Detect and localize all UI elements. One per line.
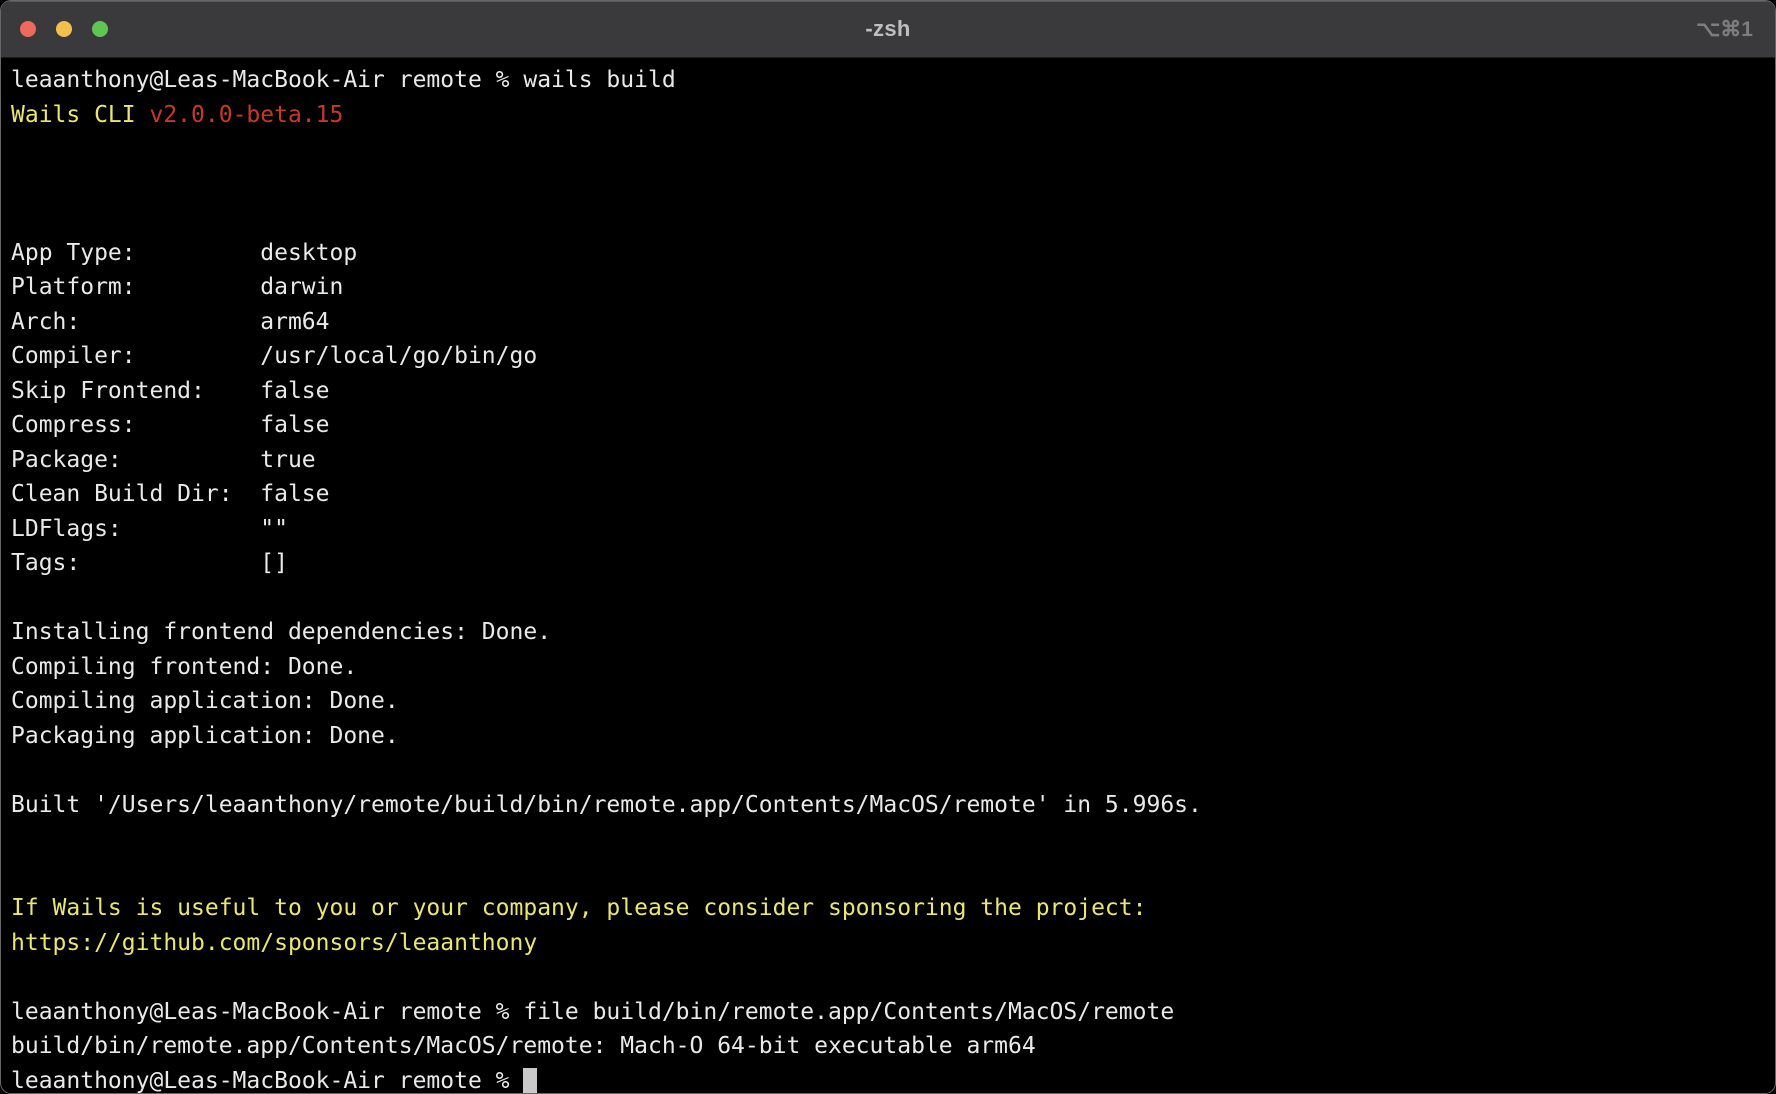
- terminal-line: [11, 201, 1765, 236]
- terminal-line: Packaging application: Done.: [11, 719, 1765, 754]
- terminal-line: [11, 822, 1765, 857]
- terminal-line: If Wails is useful to you or your compan…: [11, 891, 1765, 926]
- zoom-button[interactable]: [92, 21, 108, 37]
- terminal-line: https://github.com/sponsors/leaanthony: [11, 926, 1765, 961]
- terminal-text-segment: Clean Build Dir: false: [11, 481, 330, 507]
- minimize-button[interactable]: [56, 21, 72, 37]
- terminal-line: Wails CLI v2.0.0-beta.15: [11, 98, 1765, 133]
- terminal-line: LDFlags: "": [11, 512, 1765, 547]
- terminal-line: Built '/Users/leaanthony/remote/build/bi…: [11, 788, 1765, 823]
- terminal-line: [11, 167, 1765, 202]
- terminal-text-segment: Compiling frontend: Done.: [11, 654, 357, 680]
- terminal-line: Skip Frontend: false: [11, 374, 1765, 409]
- terminal-text-segment: Installing frontend dependencies: Done.: [11, 619, 551, 645]
- terminal-line: Tags: []: [11, 546, 1765, 581]
- terminal-line: [11, 753, 1765, 788]
- title-bar: -zsh ⌥⌘1: [1, 1, 1775, 58]
- terminal-line: Clean Build Dir: false: [11, 477, 1765, 512]
- terminal-line: Platform: darwin: [11, 270, 1765, 305]
- terminal-line: [11, 132, 1765, 167]
- terminal-text-segment: If Wails is useful to you or your compan…: [11, 895, 1146, 921]
- window-controls: [1, 21, 108, 37]
- terminal-text-segment: Platform: darwin: [11, 274, 343, 300]
- window-title: -zsh: [1, 16, 1775, 42]
- terminal-line: App Type: desktop: [11, 236, 1765, 271]
- terminal-text-segment: Compress: false: [11, 412, 330, 438]
- terminal-text-segment: Package: true: [11, 447, 316, 473]
- terminal-cursor: [523, 1068, 537, 1094]
- terminal-text-segment: Packaging application: Done.: [11, 723, 399, 749]
- terminal-line: Compiling frontend: Done.: [11, 650, 1765, 685]
- terminal-line: Installing frontend dependencies: Done.: [11, 615, 1765, 650]
- terminal-screen[interactable]: leaanthony@Leas-MacBook-Air remote % wai…: [1, 58, 1775, 1094]
- terminal-line: build/bin/remote.app/Contents/MacOS/remo…: [11, 1029, 1765, 1064]
- terminal-line: Arch: arm64: [11, 305, 1765, 340]
- terminal-text-segment: Arch: arm64: [11, 309, 330, 335]
- terminal-text-segment: v2.0.0-beta.15: [149, 102, 343, 128]
- terminal-text-segment: leaanthony@Leas-MacBook-Air remote % fil…: [11, 999, 1174, 1025]
- terminal-text-segment: leaanthony@Leas-MacBook-Air remote %: [11, 1068, 523, 1094]
- terminal-text-segment: Compiling application: Done.: [11, 688, 399, 714]
- terminal-line: Package: true: [11, 443, 1765, 478]
- terminal-line: Compiler: /usr/local/go/bin/go: [11, 339, 1765, 374]
- close-button[interactable]: [20, 21, 36, 37]
- terminal-text-segment: leaanthony@Leas-MacBook-Air remote % wai…: [11, 67, 676, 93]
- terminal-text-segment: Built '/Users/leaanthony/remote/build/bi…: [11, 792, 1202, 818]
- terminal-line: [11, 960, 1765, 995]
- terminal-line: leaanthony@Leas-MacBook-Air remote % fil…: [11, 995, 1765, 1030]
- terminal-text-segment: LDFlags: "": [11, 516, 288, 542]
- terminal-text-segment: Skip Frontend: false: [11, 378, 330, 404]
- terminal-line: Compiling application: Done.: [11, 684, 1765, 719]
- terminal-line: [11, 581, 1765, 616]
- terminal-text-segment: build/bin/remote.app/Contents/MacOS/remo…: [11, 1033, 1036, 1059]
- terminal-text-segment: https://github.com/sponsors/leaanthony: [11, 930, 537, 956]
- keyboard-shortcut-badge: ⌥⌘1: [1696, 17, 1775, 42]
- terminal-line: leaanthony@Leas-MacBook-Air remote %: [11, 1064, 1765, 1094]
- terminal-window: -zsh ⌥⌘1 leaanthony@Leas-MacBook-Air rem…: [0, 0, 1776, 1094]
- terminal-text-segment: App Type: desktop: [11, 240, 357, 266]
- terminal-line: [11, 857, 1765, 892]
- terminal-text-segment: Compiler: /usr/local/go/bin/go: [11, 343, 537, 369]
- terminal-text-segment: Wails CLI: [11, 102, 149, 128]
- terminal-line: Compress: false: [11, 408, 1765, 443]
- terminal-text-segment: Tags: []: [11, 550, 288, 576]
- terminal-line: leaanthony@Leas-MacBook-Air remote % wai…: [11, 63, 1765, 98]
